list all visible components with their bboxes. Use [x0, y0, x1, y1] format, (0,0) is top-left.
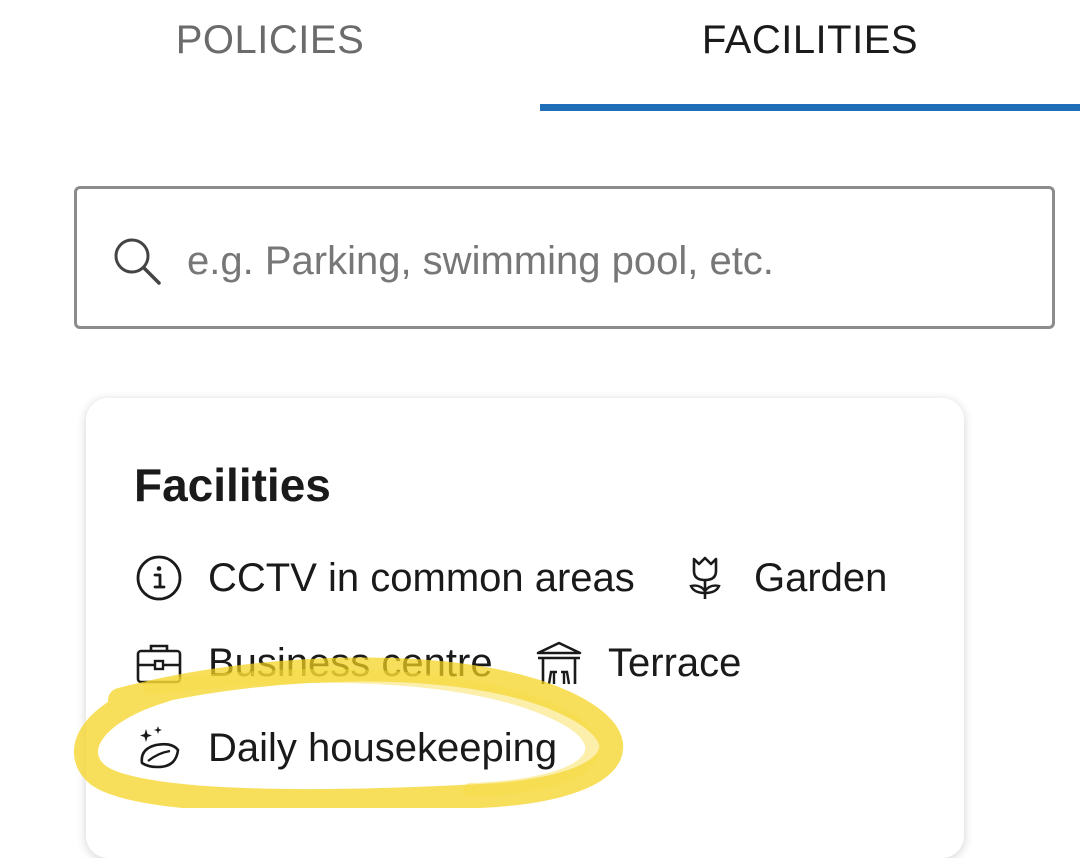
tab-policies[interactable]: POLICIES	[0, 0, 540, 110]
facility-label: Business centre	[208, 640, 493, 685]
facility-item-terrace: Terrace	[534, 638, 741, 688]
tab-facilities-label: FACILITIES	[701, 18, 919, 62]
card-title: Facilities	[134, 459, 331, 511]
facility-label: Terrace	[608, 640, 742, 685]
search-icon	[114, 238, 161, 285]
facility-item-business-centre: Business centre	[134, 638, 493, 688]
tab-facilities[interactable]: FACILITIES	[540, 0, 1080, 110]
facility-label: CCTV in common areas	[208, 555, 635, 600]
facility-label: Daily housekeeping	[208, 725, 558, 770]
search-input[interactable]	[185, 225, 1009, 297]
flower-icon	[689, 556, 721, 599]
active-tab-indicator	[540, 104, 1080, 111]
facility-item-garden: Garden	[680, 553, 887, 603]
facility-label: Garden	[754, 555, 888, 600]
housekeeping-sparkle-icon	[140, 726, 180, 769]
search-box[interactable]	[74, 186, 1055, 329]
pavilion-icon	[536, 641, 582, 685]
tab-bar: POLICIES FACILITIES	[0, 0, 1080, 112]
tab-policies-label: POLICIES	[175, 18, 365, 62]
briefcase-icon	[136, 644, 182, 684]
facilities-card: Facilities CCTV in common areas Garden B…	[86, 398, 964, 858]
info-icon	[136, 555, 182, 601]
facility-item-cctv: CCTV in common areas	[134, 553, 635, 603]
facility-item-daily-housekeeping: Daily housekeeping	[134, 723, 557, 773]
